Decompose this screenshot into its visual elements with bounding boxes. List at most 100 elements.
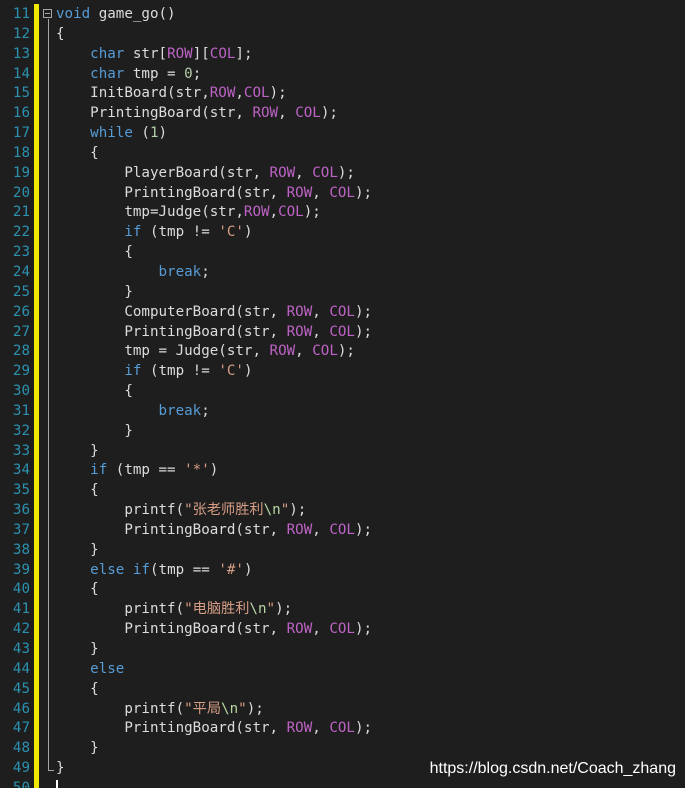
- code-line[interactable]: 32 }: [13, 422, 685, 442]
- code-text[interactable]: {: [56, 144, 99, 164]
- code-text[interactable]: break;: [56, 263, 210, 283]
- code-token: PrintingBoard(str,: [56, 323, 287, 340]
- code-line[interactable]: 48 }: [13, 739, 685, 759]
- code-line[interactable]: 33 }: [13, 442, 685, 462]
- code-token: ];: [235, 45, 253, 62]
- line-number: 49: [12, 760, 30, 777]
- code-line[interactable]: 45 {: [13, 680, 685, 700]
- code-text[interactable]: if (tmp == '*'): [56, 461, 218, 481]
- code-text[interactable]: }: [56, 640, 99, 660]
- code-line[interactable]: 46 printf("平局\n");: [13, 700, 685, 720]
- code-text[interactable]: }: [56, 422, 133, 442]
- code-token: COL: [329, 621, 355, 638]
- code-text[interactable]: {: [56, 243, 133, 263]
- code-token: if: [90, 462, 108, 479]
- code-text[interactable]: PrintingBoard(str, ROW, COL);: [56, 184, 372, 204]
- code-text[interactable]: break;: [56, 402, 210, 422]
- code-line[interactable]: 11 void game_go(): [13, 5, 685, 25]
- code-text[interactable]: printf("平局\n");: [56, 700, 263, 720]
- code-text[interactable]: }: [56, 759, 65, 779]
- code-line[interactable]: 15 InitBoard(str,ROW,COL);: [13, 84, 685, 104]
- code-line[interactable]: 29 if (tmp != 'C'): [13, 362, 685, 382]
- code-line[interactable]: 44 else: [13, 660, 685, 680]
- line-number: 29: [12, 363, 30, 380]
- code-line[interactable]: 17 while (1): [13, 124, 685, 144]
- code-line[interactable]: 24 break;: [13, 263, 685, 283]
- code-line[interactable]: 16 PrintingBoard(str, ROW, COL);: [13, 104, 685, 124]
- code-text[interactable]: }: [56, 739, 99, 759]
- code-text[interactable]: {: [56, 382, 133, 402]
- code-line[interactable]: 27 PrintingBoard(str, ROW, COL);: [13, 323, 685, 343]
- code-token: }: [56, 442, 99, 459]
- code-text[interactable]: {: [56, 680, 99, 700]
- code-text[interactable]: PrintingBoard(str, ROW, COL);: [56, 323, 372, 343]
- code-text[interactable]: PrintingBoard(str, ROW, COL);: [56, 104, 338, 124]
- code-text[interactable]: PrintingBoard(str, ROW, COL);: [56, 719, 372, 739]
- code-editor-window: 11 void game_go() 12{13 char str[ROW][COL]…: [0, 0, 685, 788]
- code-text[interactable]: tmp=Judge(str,ROW,COL);: [56, 203, 320, 223]
- code-line[interactable]: 25 }: [13, 283, 685, 303]
- code-text[interactable]: {: [56, 481, 99, 501]
- code-token: ): [243, 224, 253, 241]
- code-text[interactable]: {: [56, 580, 99, 600]
- code-token: {: [56, 244, 133, 261]
- code-text[interactable]: char str[ROW][COL];: [56, 45, 253, 65]
- code-text[interactable]: else: [56, 660, 124, 680]
- code-text[interactable]: ComputerBoard(str, ROW, COL);: [56, 303, 372, 323]
- code-line[interactable]: 36 printf("张老师胜利\n");: [13, 501, 685, 521]
- code-line[interactable]: 50: [13, 779, 685, 788]
- code-line[interactable]: 47 PrintingBoard(str, ROW, COL);: [13, 719, 685, 739]
- code-line[interactable]: 20 PrintingBoard(str, ROW, COL);: [13, 184, 685, 204]
- code-line[interactable]: 12 {: [13, 25, 685, 45]
- code-line[interactable]: 43 }: [13, 640, 685, 660]
- code-token: ;: [201, 263, 210, 280]
- code-editor[interactable]: 11 void game_go() 12{13 char str[ROW][COL]…: [13, 5, 685, 788]
- code-text[interactable]: char tmp = 0;: [56, 65, 201, 85]
- code-text[interactable]: {: [56, 25, 65, 45]
- code-text[interactable]: printf("张老师胜利\n");: [56, 501, 306, 521]
- code-token: str[: [124, 45, 168, 62]
- code-line[interactable]: 41 printf("电脑胜利\n");: [13, 600, 685, 620]
- code-line[interactable]: 14 char tmp = 0;: [13, 65, 685, 85]
- code-line[interactable]: 39 else if(tmp == '#'): [13, 561, 685, 581]
- code-line[interactable]: 18 {: [13, 144, 685, 164]
- code-line[interactable]: 42 PrintingBoard(str, ROW, COL);: [13, 620, 685, 640]
- code-line[interactable]: 34 if (tmp == '*'): [13, 461, 685, 481]
- code-text[interactable]: }: [56, 283, 133, 303]
- code-text[interactable]: while (1): [56, 124, 167, 144]
- code-text[interactable]: PlayerBoard(str, ROW, COL);: [56, 164, 355, 184]
- code-line[interactable]: 38 }: [13, 541, 685, 561]
- code-line[interactable]: 22 if (tmp != 'C'): [13, 223, 685, 243]
- code-line[interactable]: 19 PlayerBoard(str, ROW, COL);: [13, 164, 685, 184]
- code-text[interactable]: PrintingBoard(str, ROW, COL);: [56, 521, 372, 541]
- code-text[interactable]: printf("电脑胜利\n");: [56, 600, 292, 620]
- code-line[interactable]: 28 tmp = Judge(str, ROW, COL);: [13, 342, 685, 362]
- code-text[interactable]: if (tmp != 'C'): [56, 362, 252, 382]
- code-text[interactable]: }: [56, 541, 99, 561]
- code-token: void: [56, 6, 91, 22]
- code-line[interactable]: 31 break;: [13, 402, 685, 422]
- code-line[interactable]: 21 tmp=Judge(str,ROW,COL);: [13, 203, 685, 223]
- code-line[interactable]: 40 {: [13, 580, 685, 600]
- code-line[interactable]: 30 {: [13, 382, 685, 402]
- line-number: 34: [12, 462, 30, 479]
- code-text[interactable]: void game_go(): [56, 5, 176, 25]
- code-line[interactable]: 13 char str[ROW][COL];: [13, 45, 685, 65]
- code-text[interactable]: tmp = Judge(str, ROW, COL);: [56, 342, 355, 362]
- line-number: 50: [12, 779, 30, 788]
- code-text[interactable]: if (tmp != 'C'): [56, 223, 252, 243]
- code-line[interactable]: 35 {: [13, 481, 685, 501]
- line-number: 16: [12, 105, 30, 122]
- code-line[interactable]: 26 ComputerBoard(str, ROW, COL);: [13, 303, 685, 323]
- code-text[interactable]: InitBoard(str,ROW,COL);: [56, 84, 286, 104]
- code-line[interactable]: 37 PrintingBoard(str, ROW, COL);: [13, 521, 685, 541]
- code-token: while: [90, 125, 133, 142]
- code-text[interactable]: }: [56, 442, 99, 462]
- code-token: else: [90, 660, 125, 677]
- code-text[interactable]: PrintingBoard(str, ROW, COL);: [56, 620, 372, 640]
- code-text[interactable]: else if(tmp == '#'): [56, 561, 252, 581]
- code-line[interactable]: 23 {: [13, 243, 685, 263]
